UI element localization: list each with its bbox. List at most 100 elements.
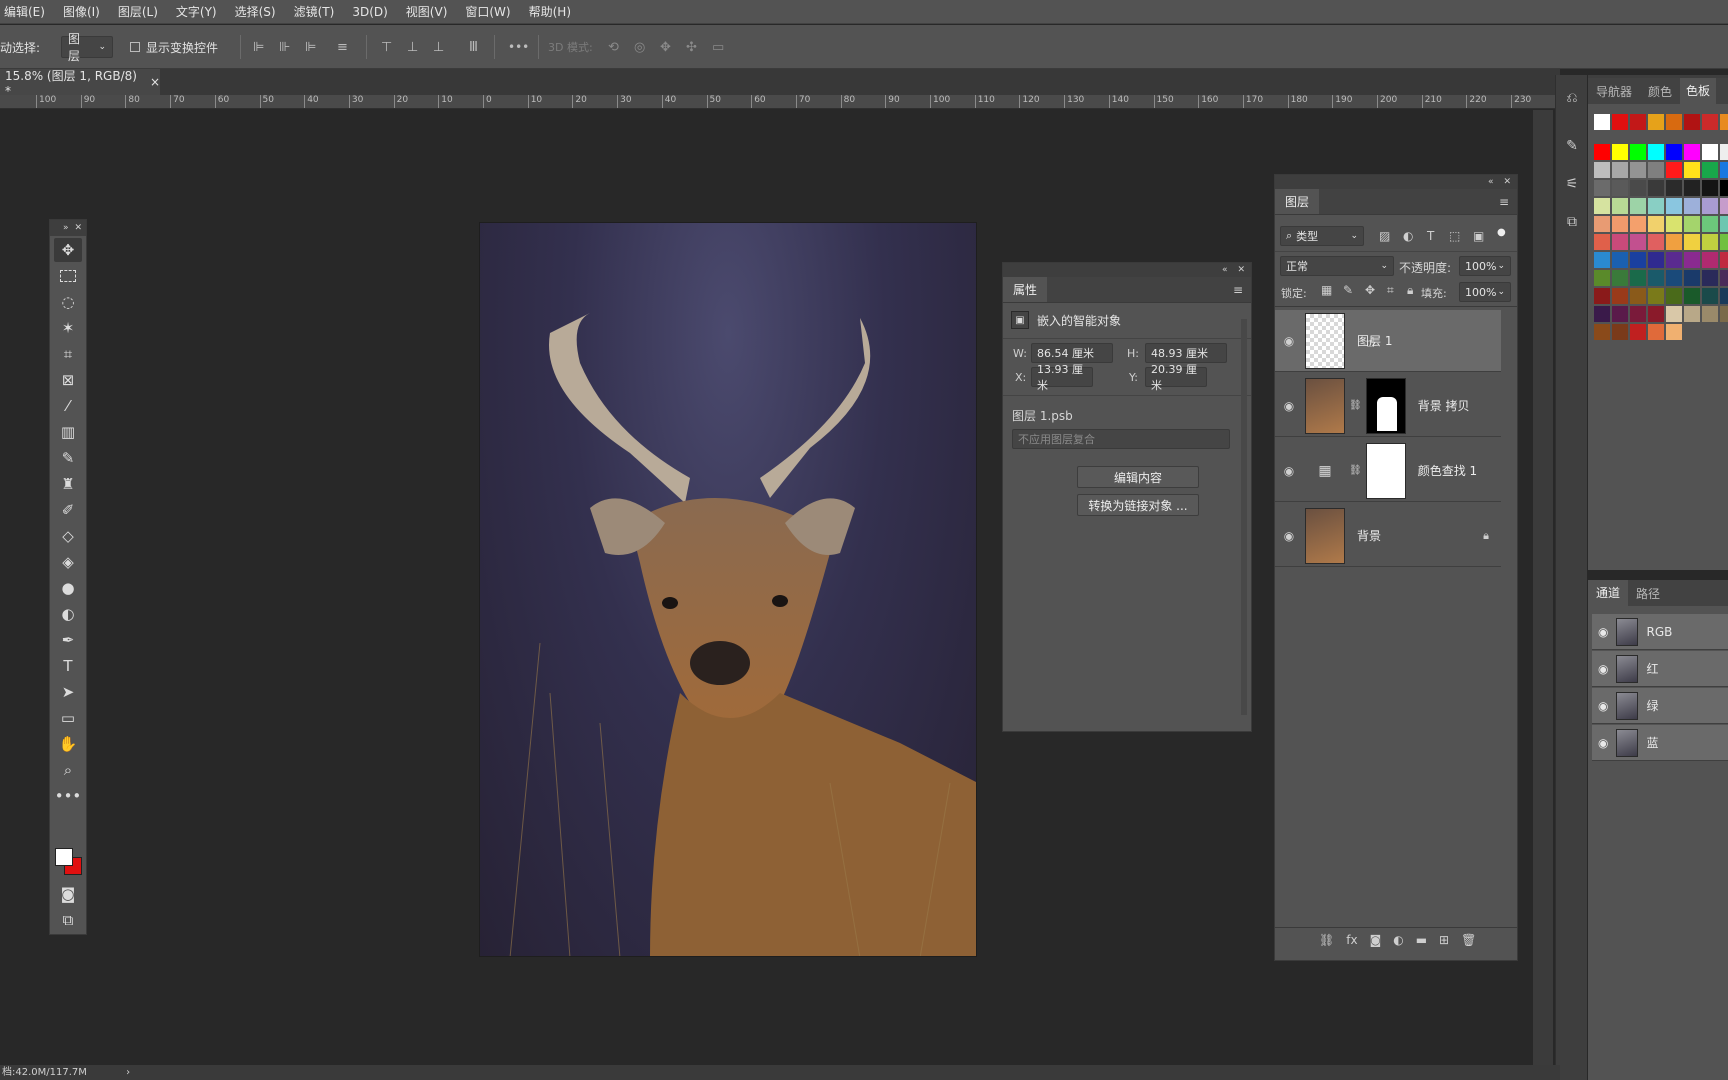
document-tab[interactable]: 15.8% (图层 1, RGB/8) * × xyxy=(0,69,160,98)
x-field[interactable]: 13.93 厘米 xyxy=(1031,363,1093,392)
collapse-icon[interactable]: » xyxy=(63,223,69,233)
lasso-tool-icon[interactable]: ◌ xyxy=(54,290,82,314)
color-swatch[interactable] xyxy=(1630,288,1646,304)
color-swatch[interactable] xyxy=(1630,144,1646,160)
color-swatch[interactable] xyxy=(1720,216,1728,232)
color-swatch[interactable] xyxy=(1702,180,1718,196)
color-swatch[interactable] xyxy=(1666,162,1682,178)
color-swatch[interactable] xyxy=(1720,288,1728,304)
path-selection-tool-icon[interactable]: ➤ xyxy=(54,680,82,704)
lock-artboard-icon[interactable]: ⌗ xyxy=(1387,283,1394,298)
filter-toggle-icon[interactable]: ● xyxy=(1497,227,1506,238)
color-swatch[interactable] xyxy=(1630,162,1646,178)
visibility-eye-icon[interactable]: ◉ xyxy=(1598,625,1608,639)
color-swatch[interactable] xyxy=(1720,252,1728,268)
tab-swatches[interactable]: 色板 xyxy=(1680,78,1717,104)
distribute-h-icon[interactable]: Ⅲ xyxy=(469,25,478,69)
new-group-icon[interactable]: ▬ xyxy=(1416,933,1427,947)
quick-mask-icon[interactable]: ◙ xyxy=(54,882,82,906)
color-swatch[interactable] xyxy=(1720,180,1728,196)
color-swatch[interactable] xyxy=(1702,198,1718,214)
convert-to-linked-button[interactable]: 转换为链接对象 ... xyxy=(1077,494,1199,516)
color-swatch[interactable] xyxy=(1720,114,1728,130)
tab-channels[interactable]: 通道 xyxy=(1588,580,1629,606)
color-swatch[interactable] xyxy=(1648,114,1664,130)
height-field[interactable]: 48.93 厘米 xyxy=(1145,343,1227,363)
color-swatch[interactable] xyxy=(1720,306,1728,322)
color-swatch[interactable] xyxy=(1612,180,1628,196)
magic-wand-tool-icon[interactable]: ✶ xyxy=(54,316,82,340)
color-swatch[interactable] xyxy=(1648,324,1664,340)
menu-3d[interactable]: 3D(D) xyxy=(352,5,387,19)
color-swatch[interactable] xyxy=(1630,324,1646,340)
color-swatch[interactable] xyxy=(1666,324,1682,340)
orbit-3d-icon[interactable]: ⟲ xyxy=(608,25,619,69)
menu-view[interactable]: 视图(V) xyxy=(406,3,448,20)
color-swatch[interactable] xyxy=(1666,198,1682,214)
history-brush-tool-icon[interactable]: ✐ xyxy=(54,498,82,522)
color-swatch[interactable] xyxy=(1594,162,1610,178)
color-swatch[interactable] xyxy=(1666,234,1682,250)
color-swatch[interactable] xyxy=(1612,162,1628,178)
color-swatch[interactable] xyxy=(1666,288,1682,304)
trash-icon[interactable]: 🗑︎ xyxy=(1461,933,1476,947)
move-tool-icon[interactable]: ✥ xyxy=(54,238,82,262)
color-swatch[interactable] xyxy=(1594,288,1610,304)
filter-pixel-icon[interactable]: ▨ xyxy=(1379,229,1390,243)
filter-smart-object-icon[interactable]: ▣ xyxy=(1473,229,1484,243)
color-swatch[interactable] xyxy=(1630,234,1646,250)
layer-row[interactable]: ◉ 图层 1 ☝ xyxy=(1275,310,1501,372)
color-swatch[interactable] xyxy=(1612,270,1628,286)
color-swatch[interactable] xyxy=(1612,216,1628,232)
close-icon[interactable]: × xyxy=(150,75,160,89)
color-swatch[interactable] xyxy=(1702,216,1718,232)
color-swatch[interactable] xyxy=(1648,180,1664,196)
color-swatch[interactable] xyxy=(1594,270,1610,286)
color-swatch[interactable] xyxy=(1684,306,1700,322)
color-swatch[interactable] xyxy=(1666,306,1682,322)
color-swatch[interactable] xyxy=(1702,252,1718,268)
brush-tool-icon[interactable]: ✎ xyxy=(54,446,82,470)
visibility-eye-icon[interactable]: ◉ xyxy=(1275,334,1303,348)
menu-filter[interactable]: 滤镜(T) xyxy=(294,3,335,20)
align-center-h-icon[interactable]: ⊪ xyxy=(279,25,290,69)
layer-name[interactable]: 颜色查找 1 xyxy=(1418,462,1477,479)
filter-shape-icon[interactable]: ⬚ xyxy=(1449,229,1460,243)
transform-controls-checkbox[interactable]: 显示变换控件 xyxy=(130,25,218,69)
color-swatch[interactable] xyxy=(1684,270,1700,286)
color-swatch[interactable] xyxy=(1630,114,1646,130)
collapse-icon[interactable]: « xyxy=(1222,265,1228,275)
color-swatch[interactable] xyxy=(1630,180,1646,196)
layer-row[interactable]: ◉ 背景 🔒︎ xyxy=(1275,505,1501,567)
opacity-field[interactable]: 100% ⌄ xyxy=(1459,256,1511,276)
color-swatch[interactable] xyxy=(1720,198,1728,214)
lock-all-icon[interactable]: 🔒︎ xyxy=(1407,283,1413,298)
color-swatch[interactable] xyxy=(1684,114,1700,130)
slide-3d-icon[interactable]: ✣ xyxy=(686,25,697,69)
menu-window[interactable]: 窗口(W) xyxy=(465,3,510,20)
color-swatch[interactable] xyxy=(1648,216,1664,232)
color-swatch[interactable] xyxy=(1630,252,1646,268)
color-swatch[interactable] xyxy=(1612,114,1628,130)
y-field[interactable]: 20.39 厘米 xyxy=(1145,363,1207,392)
distribute-v-icon[interactable]: ≡ xyxy=(337,25,348,69)
color-swatch[interactable] xyxy=(1702,114,1718,130)
layer-name[interactable]: 背景 拷贝 xyxy=(1418,397,1470,414)
panel-menu-icon[interactable]: ≡ xyxy=(1499,195,1509,209)
libraries-icon[interactable]: ⧉ xyxy=(1556,207,1588,237)
roll-3d-icon[interactable]: ◎ xyxy=(634,25,645,69)
color-swatch[interactable] xyxy=(1702,234,1718,250)
color-swatch[interactable] xyxy=(1630,216,1646,232)
color-swatch[interactable] xyxy=(1720,270,1728,286)
color-swatch[interactable] xyxy=(1648,306,1664,322)
color-swatch[interactable] xyxy=(1702,270,1718,286)
history-icon[interactable]: ⎌ xyxy=(1556,83,1588,113)
color-swatch[interactable] xyxy=(1684,198,1700,214)
color-swatch[interactable] xyxy=(1648,234,1664,250)
close-icon[interactable]: ✕ xyxy=(1237,265,1245,275)
visibility-eye-icon[interactable]: ◉ xyxy=(1275,464,1303,478)
tab-properties[interactable]: 属性 xyxy=(1003,277,1048,302)
visibility-eye-icon[interactable]: ◉ xyxy=(1598,736,1608,750)
color-swatch[interactable] xyxy=(1612,198,1628,214)
tab-navigator[interactable]: 导航器 xyxy=(1588,83,1640,100)
